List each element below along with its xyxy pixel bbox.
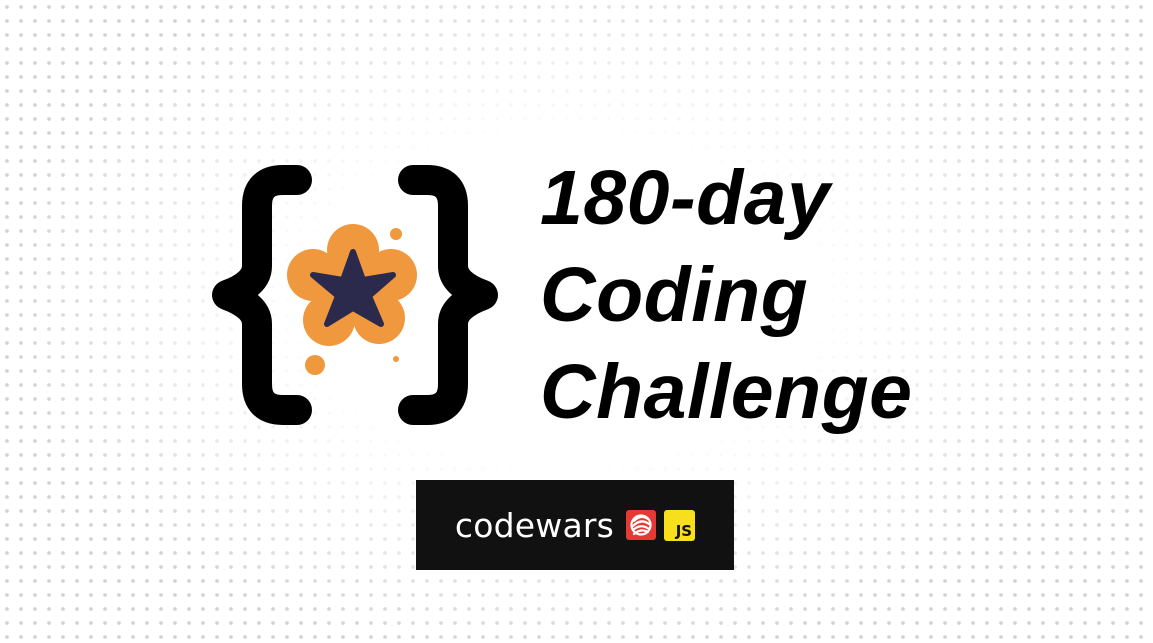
banner-canvas: 180-day Coding Challenge codewars JS — [0, 0, 1153, 643]
title-line-2: Coding — [540, 252, 809, 338]
title-line-3: Challenge — [540, 349, 913, 435]
title-line-1: 180-day — [540, 155, 831, 241]
javascript-icon: JS — [664, 509, 696, 541]
curly-brace-flower-logo-icon — [212, 165, 498, 425]
codewars-label: codewars — [454, 505, 615, 545]
challenge-title: 180-day Coding Challenge — [540, 150, 912, 441]
codewars-logo-icon — [626, 510, 657, 540]
codewars-js-badge: codewars JS — [416, 480, 734, 570]
